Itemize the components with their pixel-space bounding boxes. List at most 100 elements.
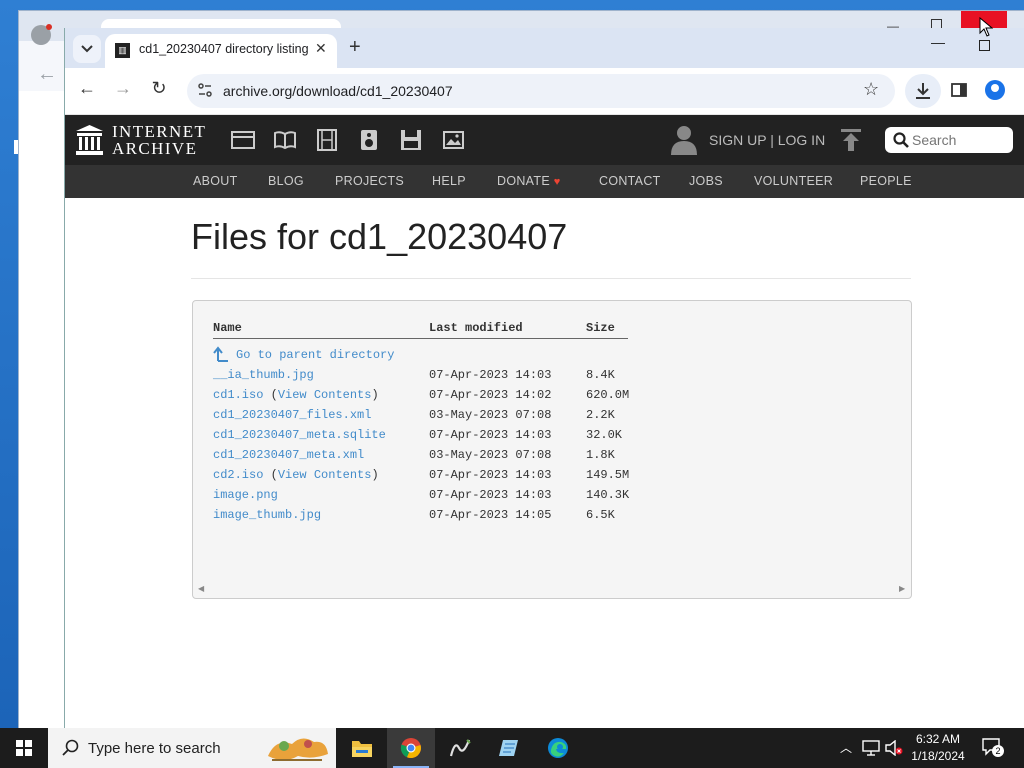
forward-button[interactable]: →	[109, 78, 137, 99]
paren-close: )	[371, 388, 379, 402]
file-modified-cell: 03-May-2023 07:08	[429, 408, 552, 422]
background-profile-badge	[46, 24, 52, 30]
nav-help[interactable]: HELP	[432, 174, 466, 188]
site-info-icon[interactable]	[197, 82, 213, 98]
taskbar-notepad[interactable]	[485, 728, 533, 768]
profile-avatar-icon[interactable]	[985, 80, 1005, 100]
software-icon[interactable]	[399, 129, 423, 151]
nav-jobs[interactable]: JOBS	[689, 174, 723, 188]
mouse-cursor-icon	[979, 17, 993, 37]
texts-icon[interactable]	[273, 129, 297, 151]
paren-open: (	[263, 388, 278, 402]
file-size-cell: 2.2K	[586, 408, 615, 422]
search-highlight-illustration[interactable]	[262, 730, 332, 766]
user-icon[interactable]	[671, 125, 697, 155]
table-row: cd1_20230407_meta.xml 03-May-2023 07:08 1.…	[193, 448, 893, 466]
minimize-button[interactable]: —	[931, 34, 945, 50]
taskbar-chrome[interactable]	[387, 728, 435, 768]
network-icon[interactable]	[862, 740, 880, 756]
file-link[interactable]: __ia_thumb.jpg	[213, 368, 314, 382]
taskbar-search-placeholder[interactable]: Type here to search	[88, 740, 221, 757]
windows-logo-icon	[16, 740, 32, 756]
view-contents-link[interactable]: View Contents	[278, 388, 372, 402]
web-page: INTERNET ARCHIVE SIGN UP | LOG IN Search…	[65, 115, 1024, 728]
downloads-button[interactable]	[905, 74, 941, 108]
scroll-right-icon[interactable]: ▶	[899, 584, 905, 594]
ia-search-box[interactable]	[885, 127, 1013, 153]
signup-login-link[interactable]: SIGN UP | LOG IN	[709, 132, 825, 148]
volume-muted-icon[interactable]	[885, 740, 903, 756]
ia-search-input[interactable]	[912, 132, 1008, 148]
clock-date: 1/18/2024	[911, 749, 965, 763]
maximize-button[interactable]	[979, 40, 990, 51]
nav-people[interactable]: PEOPLE	[860, 174, 912, 188]
taskbar-file-explorer[interactable]	[338, 728, 386, 768]
nav-blog[interactable]: BLOG	[268, 174, 304, 188]
reload-button[interactable]: ↻	[145, 78, 173, 99]
tab-active[interactable]: ▥ cd1_20230407 directory listing ✕	[105, 34, 337, 68]
view-contents-link[interactable]: View Contents	[278, 468, 372, 482]
nav-contact[interactable]: CONTACT	[599, 174, 661, 188]
bookmark-star-icon[interactable]: ☆	[863, 79, 879, 100]
side-panel-icon[interactable]	[951, 83, 967, 97]
search-icon[interactable]	[893, 132, 909, 148]
title-divider	[191, 278, 911, 279]
new-tab-button[interactable]: +	[349, 36, 361, 59]
address-bar[interactable]: archive.org/download/cd1_20230407 ☆	[187, 74, 895, 108]
show-hidden-icons-chevron-icon[interactable]: ︿	[840, 739, 852, 756]
file-link[interactable]: cd2.iso	[213, 468, 263, 482]
file-link[interactable]: image.png	[213, 488, 278, 502]
taskbar-search-box[interactable]: Type here to search	[48, 728, 336, 768]
upload-icon[interactable]	[841, 129, 861, 151]
back-button[interactable]: ←	[73, 78, 101, 99]
file-size-cell: 620.0M	[586, 388, 630, 402]
header-name[interactable]: Name	[213, 321, 242, 335]
scroll-left-icon[interactable]: ◀	[198, 584, 204, 594]
file-size-cell: 1.8K	[586, 448, 615, 462]
file-size-cell: 149.5M	[586, 468, 630, 482]
video-icon[interactable]	[315, 129, 339, 151]
parent-directory-link[interactable]: Go to parent directory	[236, 348, 394, 362]
wordmark-line-2: ARCHIVE	[112, 139, 198, 158]
file-link[interactable]: cd1.iso	[213, 388, 263, 402]
header-modified[interactable]: Last modified	[429, 321, 523, 335]
notification-count-badge: 2	[992, 745, 1004, 757]
file-link[interactable]: image_thumb.jpg	[213, 508, 321, 522]
nav-donate[interactable]: DONATE ♥	[497, 174, 561, 188]
search-icon	[62, 739, 79, 756]
tab-search-button[interactable]	[73, 35, 101, 63]
file-name-cell: __ia_thumb.jpg	[213, 368, 314, 382]
audio-icon[interactable]	[357, 129, 381, 151]
file-name-cell: image.png	[213, 488, 278, 502]
nav-projects[interactable]: PROJECTS	[335, 174, 404, 188]
clock-time: 6:32 AM	[915, 732, 961, 746]
header-size[interactable]: Size	[586, 321, 615, 335]
nav-volunteer[interactable]: VOLUNTEER	[754, 174, 833, 188]
taskbar: Type here to search ︿ 6:32 AM 1/18/2024 …	[0, 728, 1024, 768]
taskbar-edge[interactable]	[534, 728, 582, 768]
taskbar-inkscape[interactable]	[436, 728, 484, 768]
file-link[interactable]: cd1_20230407_files.xml	[213, 408, 371, 422]
url-text[interactable]: archive.org/download/cd1_20230407	[223, 83, 453, 99]
system-clock[interactable]: 6:32 AM 1/18/2024	[906, 731, 970, 765]
file-modified-cell: 07-Apr-2023 14:03	[429, 468, 552, 482]
background-back-icon[interactable]: ←	[37, 63, 57, 86]
browser-toolbar: ← → ↻ archive.org/download/cd1_20230407 …	[65, 68, 1024, 115]
background-page	[19, 91, 66, 729]
internet-archive-logo-icon[interactable]	[76, 125, 103, 155]
paren-open: (	[263, 468, 278, 482]
close-tab-icon[interactable]: ✕	[315, 40, 327, 57]
file-link[interactable]: cd1_20230407_meta.sqlite	[213, 428, 386, 442]
chrome-icon	[400, 738, 421, 759]
web-icon[interactable]	[231, 129, 255, 151]
internet-archive-wordmark[interactable]: INTERNET ARCHIVE	[112, 123, 206, 157]
file-link[interactable]: cd1_20230407_meta.xml	[213, 448, 364, 462]
wordmark-line-1: INTERNET	[112, 122, 207, 141]
start-button[interactable]	[0, 728, 48, 768]
images-icon[interactable]	[441, 129, 465, 151]
nav-about[interactable]: ABOUT	[193, 174, 238, 188]
parent-directory-row[interactable]: Go to parent directory	[193, 346, 893, 366]
file-name-cell: cd1_20230407_meta.xml	[213, 448, 364, 462]
action-center-button[interactable]: 2	[982, 738, 1004, 757]
file-name-cell: cd1.iso (View Contents)	[213, 388, 379, 402]
